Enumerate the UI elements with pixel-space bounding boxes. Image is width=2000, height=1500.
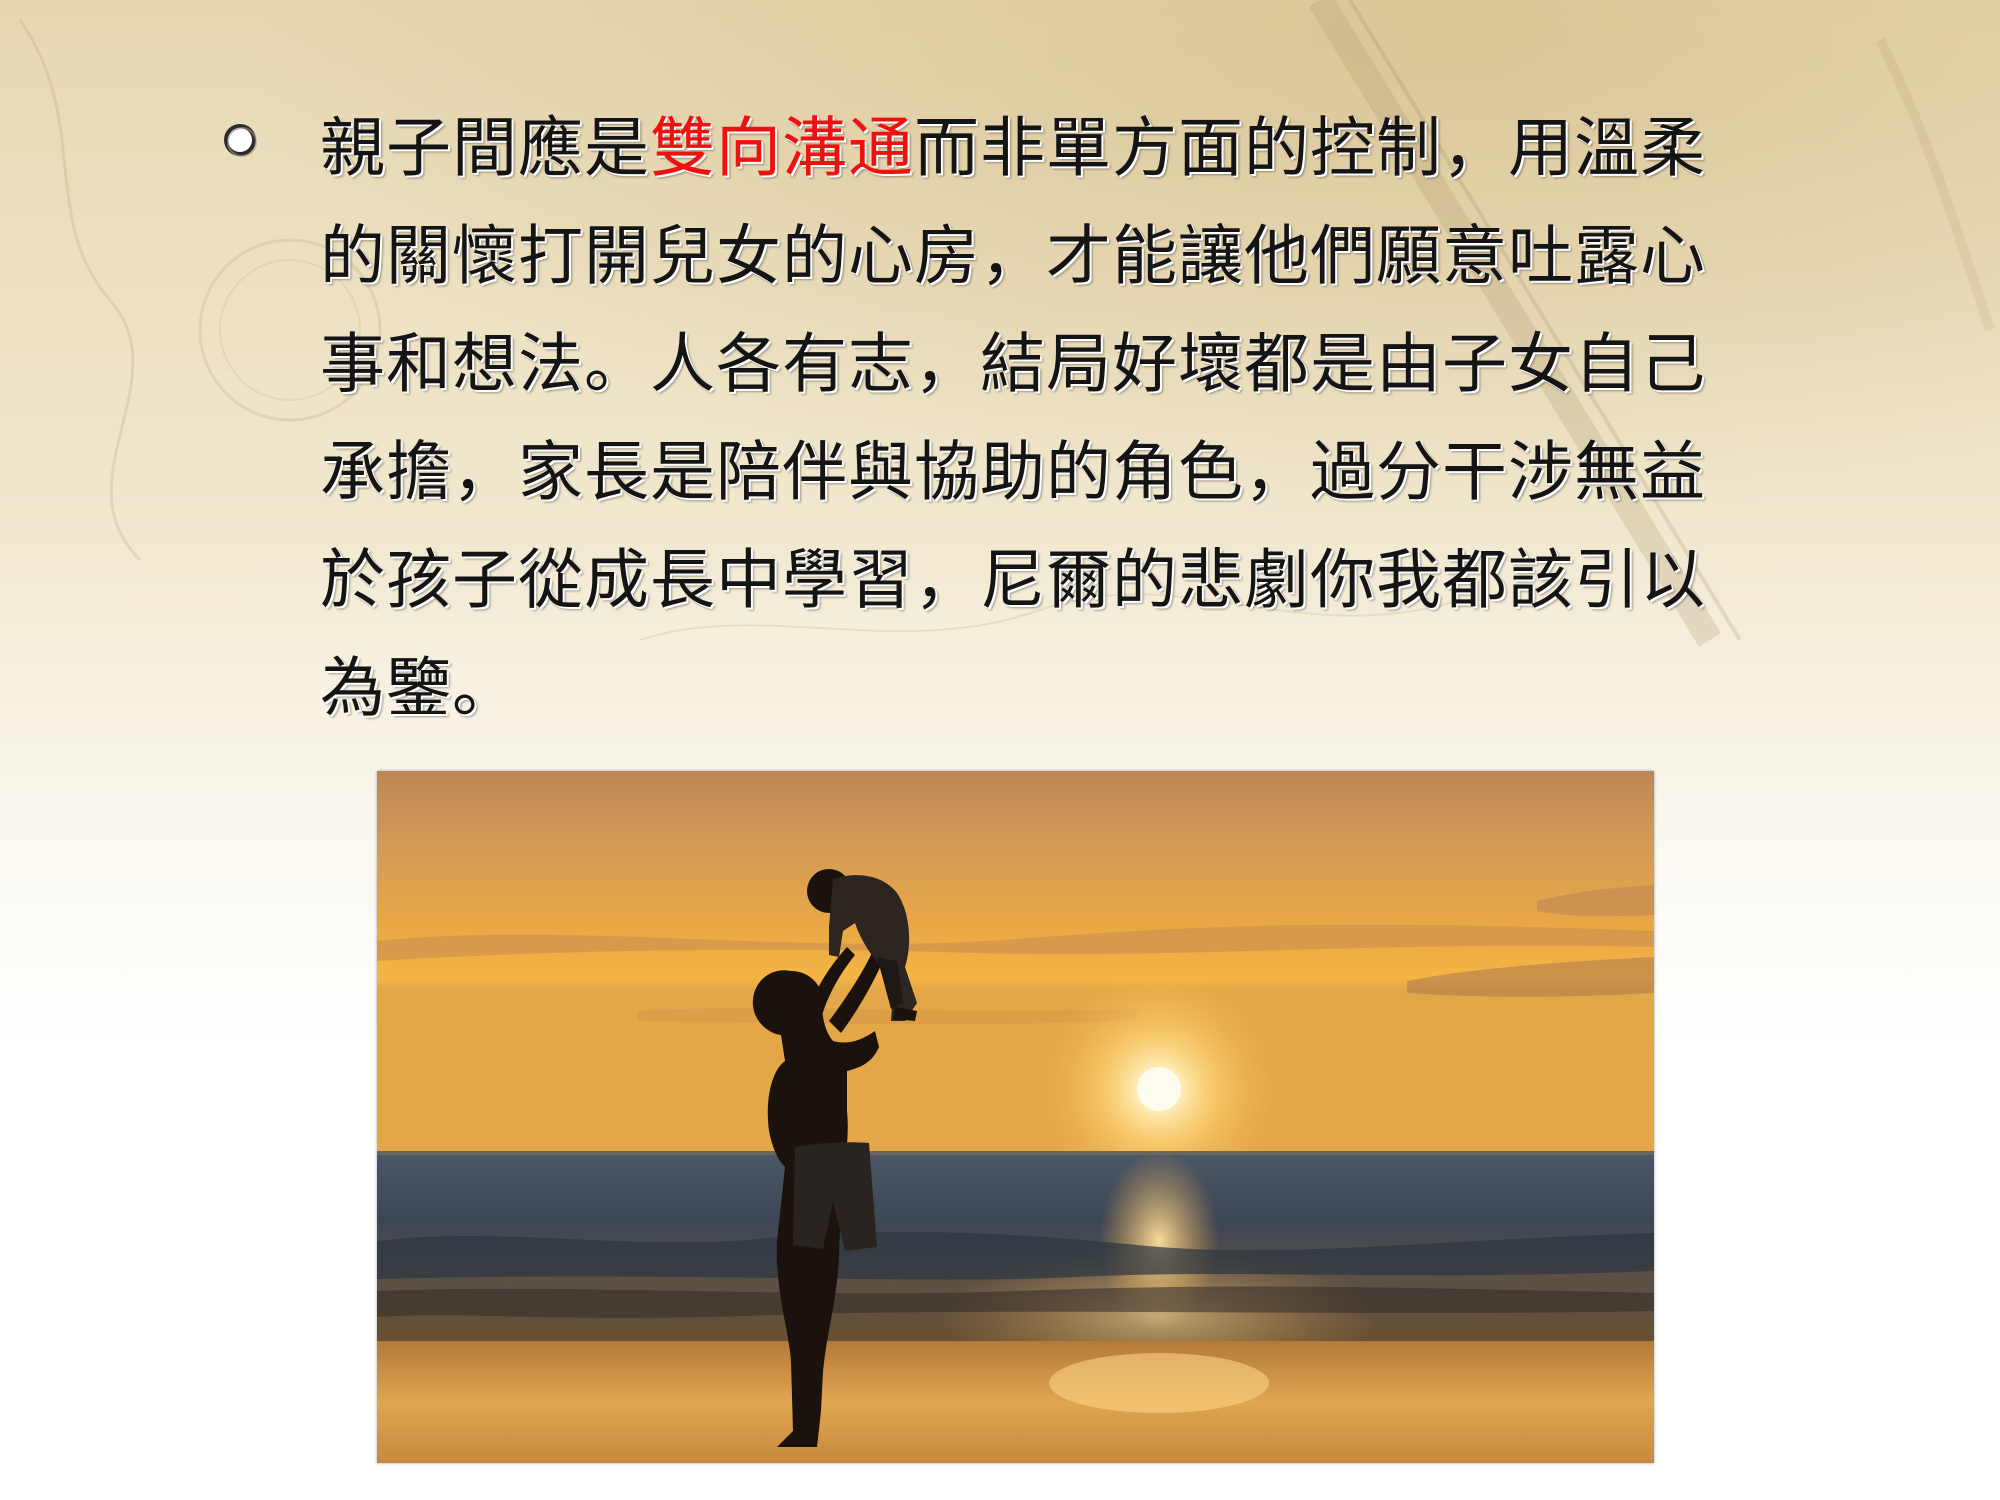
sunset-parent-child-photo <box>377 771 1654 1463</box>
hollow-circle-bullet-icon <box>224 124 257 157</box>
slide: 親子間應是雙向溝通而非單方面的控制，用溫柔的關懷打開兒女的心房，才能讓他們願意吐… <box>0 0 2000 1500</box>
body-paragraph: 親子間應是雙向溝通而非單方面的控制，用溫柔的關懷打開兒女的心房，才能讓他們願意吐… <box>320 95 1730 743</box>
paragraph-text-start: 親子間應是 <box>320 111 651 186</box>
highlighted-phrase: 雙向溝通 <box>650 111 915 186</box>
paragraph-text-rest: 而非單方面的控制，用溫柔的關懷打開兒女的心房，才能讓他們願意吐露心事和想法。人各… <box>320 111 1707 726</box>
